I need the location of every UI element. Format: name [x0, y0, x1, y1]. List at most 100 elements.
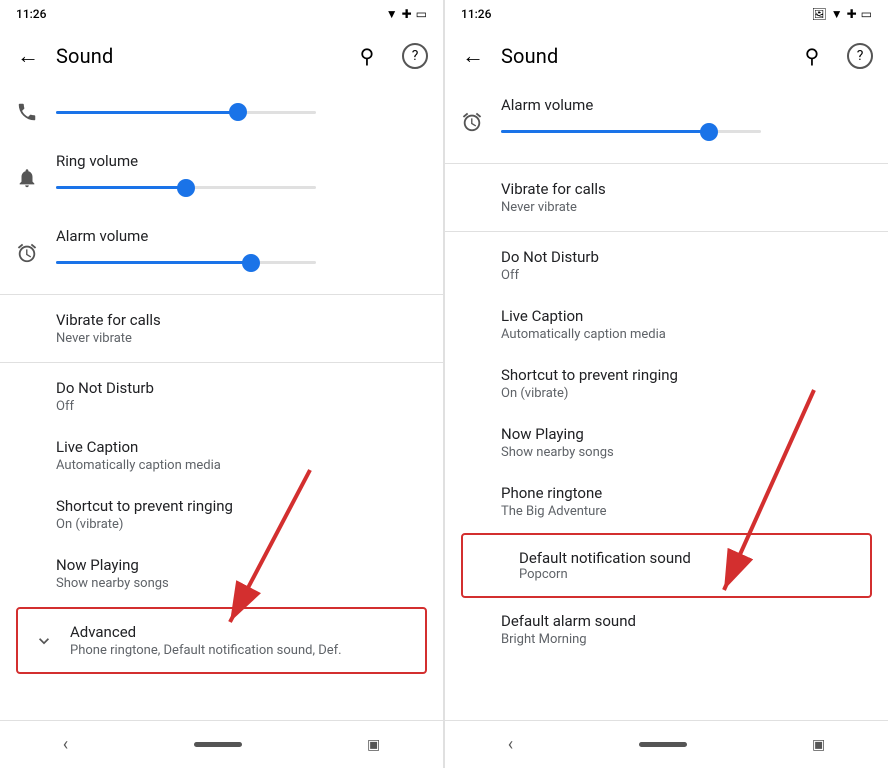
left-time: 11:26 [16, 7, 46, 21]
right-back-nav-button[interactable]: ‹ [508, 734, 513, 755]
alarm-volume-row[interactable]: Alarm volume [0, 215, 443, 290]
left-back-nav-button[interactable]: ‹ [63, 734, 68, 755]
right-live-caption-sublabel: Automatically caption media [501, 327, 872, 342]
notification-sound-sublabel: Popcorn [471, 567, 862, 582]
shortcut-ringing-label: Shortcut to prevent ringing [56, 497, 427, 515]
right-now-playing-row[interactable]: Now Playing Show nearby songs [445, 413, 888, 472]
left-help-icon: ? [402, 43, 428, 69]
ring-volume-content: Ring volume [56, 152, 427, 203]
shortcut-ringing-sublabel: On (vibrate) [56, 517, 427, 532]
right-battery-icon: ▭ [861, 7, 872, 21]
left-search-icon: ⚲ [360, 44, 375, 68]
media-volume-row[interactable] [0, 84, 443, 140]
right-back-button[interactable]: ← [453, 36, 493, 76]
right-vibrate-calls-row[interactable]: Vibrate for calls Never vibrate [445, 168, 888, 227]
alarm-volume-slider[interactable] [56, 247, 427, 278]
left-status-bar: 11:26 ▼ ✚ ▭ [0, 0, 443, 28]
dnd-sublabel: Off [56, 399, 427, 414]
right-help-button[interactable]: ? [840, 36, 880, 76]
right-time: 11:26 [461, 7, 491, 21]
left-help-button[interactable]: ? [395, 36, 435, 76]
right-content: Alarm volume Vibrate for calls Never vib… [445, 84, 888, 720]
highlighted-section: Default notification sound Popcorn [445, 531, 888, 600]
ring-volume-row[interactable]: Ring volume [0, 140, 443, 215]
right-now-playing-label: Now Playing [501, 425, 872, 443]
vibrate-calls-sublabel: Never vibrate [56, 331, 427, 346]
right-dnd-content: Do Not Disturb Off [501, 248, 872, 283]
left-home-indicator[interactable] [194, 742, 242, 747]
left-search-button[interactable]: ⚲ [347, 36, 387, 76]
notification-sound-label: Default notification sound [471, 549, 862, 567]
left-content: Ring volume Alarm volume [0, 84, 443, 720]
right-divider-2 [445, 231, 888, 232]
right-dnd-row[interactable]: Do Not Disturb Off [445, 236, 888, 295]
left-back-button[interactable]: ← [8, 36, 48, 76]
now-playing-row[interactable]: Now Playing Show nearby songs [0, 544, 443, 603]
right-alarm-volume-row[interactable]: Alarm volume [445, 84, 888, 159]
right-alarm-volume-content: Alarm volume [501, 96, 872, 147]
battery-icon: ▭ [416, 7, 427, 21]
shortcut-ringing-row[interactable]: Shortcut to prevent ringing On (vibrate) [0, 485, 443, 544]
right-recents-button[interactable]: ▣ [812, 737, 825, 753]
right-alarm-volume-label: Alarm volume [501, 96, 872, 114]
left-recents-button[interactable]: ▣ [367, 737, 380, 753]
right-vibrate-label: Vibrate for calls [501, 180, 872, 198]
alarm-sound-label: Default alarm sound [501, 612, 872, 630]
right-live-caption-label: Live Caption [501, 307, 872, 325]
image-icon: 🖼 [811, 7, 826, 21]
shortcut-ringing-content: Shortcut to prevent ringing On (vibrate) [56, 497, 427, 532]
divider-2 [0, 362, 443, 363]
media-volume-slider[interactable] [56, 97, 427, 128]
right-search-icon: ⚲ [805, 44, 820, 68]
notification-sound-content: Default notification sound Popcorn [463, 535, 870, 596]
right-live-caption-row[interactable]: Live Caption Automatically caption media [445, 295, 888, 354]
alarm-volume-label: Alarm volume [56, 227, 427, 245]
alarm-volume-content: Alarm volume [56, 227, 427, 278]
right-shortcut-content: Shortcut to prevent ringing On (vibrate) [501, 366, 872, 401]
now-playing-sublabel: Show nearby songs [56, 576, 427, 591]
left-bottom-nav: ‹ ▣ [0, 720, 443, 768]
right-phone-ringtone-row[interactable]: Phone ringtone The Big Adventure [445, 472, 888, 531]
right-dnd-sublabel: Off [501, 268, 872, 283]
right-page-title: Sound [501, 44, 784, 68]
left-status-icons: ▼ ✚ ▭ [386, 7, 427, 21]
right-ringtone-content: Phone ringtone The Big Adventure [501, 484, 872, 519]
ring-volume-label: Ring volume [56, 152, 427, 170]
right-vibrate-sublabel: Never vibrate [501, 200, 872, 215]
bell-icon [16, 167, 56, 189]
right-vibrate-content: Vibrate for calls Never vibrate [501, 180, 872, 215]
chevron-down-icon [34, 631, 70, 651]
divider-1 [0, 294, 443, 295]
advanced-row[interactable]: Advanced Phone ringtone, Default notific… [16, 607, 427, 674]
left-page-title: Sound [56, 44, 339, 68]
right-bottom-nav: ‹ ▣ [445, 720, 888, 768]
right-app-bar: ← Sound ⚲ ? [445, 28, 888, 84]
vibrate-calls-row[interactable]: Vibrate for calls Never vibrate [0, 299, 443, 358]
right-home-indicator[interactable] [639, 742, 687, 747]
right-status-bar: 11:26 🖼 ▼ ✚ ▭ [445, 0, 888, 28]
right-search-button[interactable]: ⚲ [792, 36, 832, 76]
default-notification-sound-row[interactable]: Default notification sound Popcorn [461, 533, 872, 598]
dnd-label: Do Not Disturb [56, 379, 427, 397]
right-wifi-icon: ▼ [831, 7, 843, 21]
now-playing-label: Now Playing [56, 556, 427, 574]
right-alarm-volume-slider[interactable] [501, 116, 872, 147]
live-caption-label: Live Caption [56, 438, 427, 456]
ring-volume-slider[interactable] [56, 172, 427, 203]
advanced-sublabel: Phone ringtone, Default notification sou… [70, 643, 409, 658]
right-shortcut-sublabel: On (vibrate) [501, 386, 872, 401]
right-dnd-label: Do Not Disturb [501, 248, 872, 266]
right-alarm-icon [461, 111, 501, 133]
right-now-playing-sublabel: Show nearby songs [501, 445, 872, 460]
right-signal-icon: ✚ [847, 7, 857, 21]
advanced-label: Advanced [70, 623, 409, 641]
wifi-icon: ▼ [386, 7, 398, 21]
phone-icon [16, 101, 56, 123]
do-not-disturb-row[interactable]: Do Not Disturb Off [0, 367, 443, 426]
right-ringtone-label: Phone ringtone [501, 484, 872, 502]
right-live-caption-content: Live Caption Automatically caption media [501, 307, 872, 342]
right-shortcut-row[interactable]: Shortcut to prevent ringing On (vibrate) [445, 354, 888, 413]
default-alarm-sound-row[interactable]: Default alarm sound Bright Morning [445, 600, 888, 659]
live-caption-row[interactable]: Live Caption Automatically caption media [0, 426, 443, 485]
live-caption-sublabel: Automatically caption media [56, 458, 427, 473]
